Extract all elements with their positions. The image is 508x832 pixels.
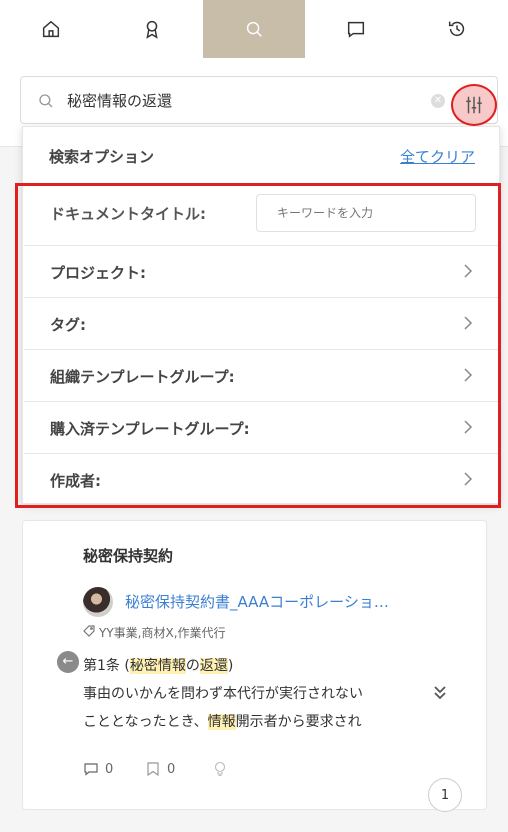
article-prefix: 第1条 ( (83, 658, 130, 674)
option-label: 購入済テンプレートグループ: (50, 420, 250, 438)
comment-icon (84, 763, 98, 776)
search-input[interactable]: 秘密情報の返還 ✕ (20, 76, 498, 124)
comment-icon (347, 21, 364, 38)
result-card[interactable]: 秘密保持契約 秘密保持契約書_AAAコーポレーショ… YY事業,商材X,作業代行… (22, 520, 487, 810)
tag-icon (83, 625, 95, 637)
snippet-line-1: 事由のいかんを問わず本代行が実行されない (83, 686, 363, 702)
clear-search-icon[interactable]: ✕ (431, 94, 445, 108)
document-title-input[interactable] (256, 194, 476, 232)
clear-all-link[interactable]: 全てクリア (400, 146, 475, 167)
bookmark-count-value: 0 (167, 761, 176, 777)
option-author[interactable]: 作成者: (24, 454, 500, 506)
history-icon (449, 21, 465, 37)
comment-count[interactable]: 0 (83, 761, 113, 777)
chevron-right-icon (464, 368, 473, 382)
sliders-icon (466, 96, 482, 114)
tab-history[interactable] (406, 0, 508, 58)
option-label: 作成者: (50, 472, 101, 490)
bookmark-count[interactable]: 0 (145, 761, 175, 777)
document-title-link[interactable]: 秘密保持契約書_AAAコーポレーショ… (125, 591, 389, 612)
snippet-text: こととなったとき、 (83, 714, 208, 730)
snippet-line-2: こととなったとき、情報開示者から要求され (83, 711, 362, 731)
tab-award[interactable] (102, 0, 204, 58)
option-label: プロジェクト: (50, 264, 146, 282)
comment-count-value: 0 (105, 761, 114, 777)
double-chevron-down-icon[interactable] (432, 684, 448, 700)
highlight-term: 情報 (207, 714, 236, 730)
chevron-right-icon (464, 316, 473, 330)
panel-header: 検索オプション 全てクリア (23, 127, 499, 184)
option-org-template-group[interactable]: 組織テンプレートグループ: (24, 350, 500, 402)
chevron-right-icon (464, 420, 473, 434)
chevron-right-icon (464, 472, 473, 486)
result-tags: YY事業,商材X,作業代行 (99, 626, 226, 640)
panel-title: 検索オプション (49, 148, 155, 166)
search-icon (246, 21, 262, 37)
filter-options-button[interactable] (451, 84, 497, 126)
article-mid: の (185, 658, 200, 674)
home-icon (42, 20, 59, 38)
option-tag[interactable]: タグ: (24, 298, 500, 350)
chevron-right-icon (464, 264, 473, 278)
lightbulb-icon[interactable] (213, 761, 227, 777)
highlight-term: 秘密情報 (129, 658, 186, 674)
tab-search[interactable] (203, 0, 305, 58)
top-nav (0, 0, 508, 59)
option-label: タグ: (50, 316, 86, 334)
highlight-term: 返還 (199, 658, 228, 674)
search-query: 秘密情報の返還 (67, 92, 173, 110)
option-label: ドキュメントタイトル: (50, 205, 206, 223)
search-icon (39, 94, 53, 108)
award-icon (146, 20, 158, 39)
tab-comments[interactable] (305, 0, 407, 58)
result-category: 秘密保持契約 (83, 547, 174, 565)
back-arrow-icon[interactable]: ← (57, 651, 79, 673)
avatar (83, 587, 113, 617)
option-document-title: ドキュメントタイトル: (24, 183, 500, 246)
article-suffix: ) (227, 658, 234, 674)
bookmark-icon (147, 762, 159, 777)
option-purchased-template-group[interactable]: 購入済テンプレートグループ: (24, 402, 500, 454)
page-number-badge[interactable]: 1 (428, 778, 462, 812)
tab-home[interactable] (0, 0, 102, 58)
snippet-text: 開示者から要求され (235, 714, 362, 730)
option-label: 組織テンプレートグループ: (50, 368, 235, 386)
article-heading: 第1条 (秘密情報の返還) (83, 655, 233, 675)
option-project[interactable]: プロジェクト: (24, 246, 500, 298)
